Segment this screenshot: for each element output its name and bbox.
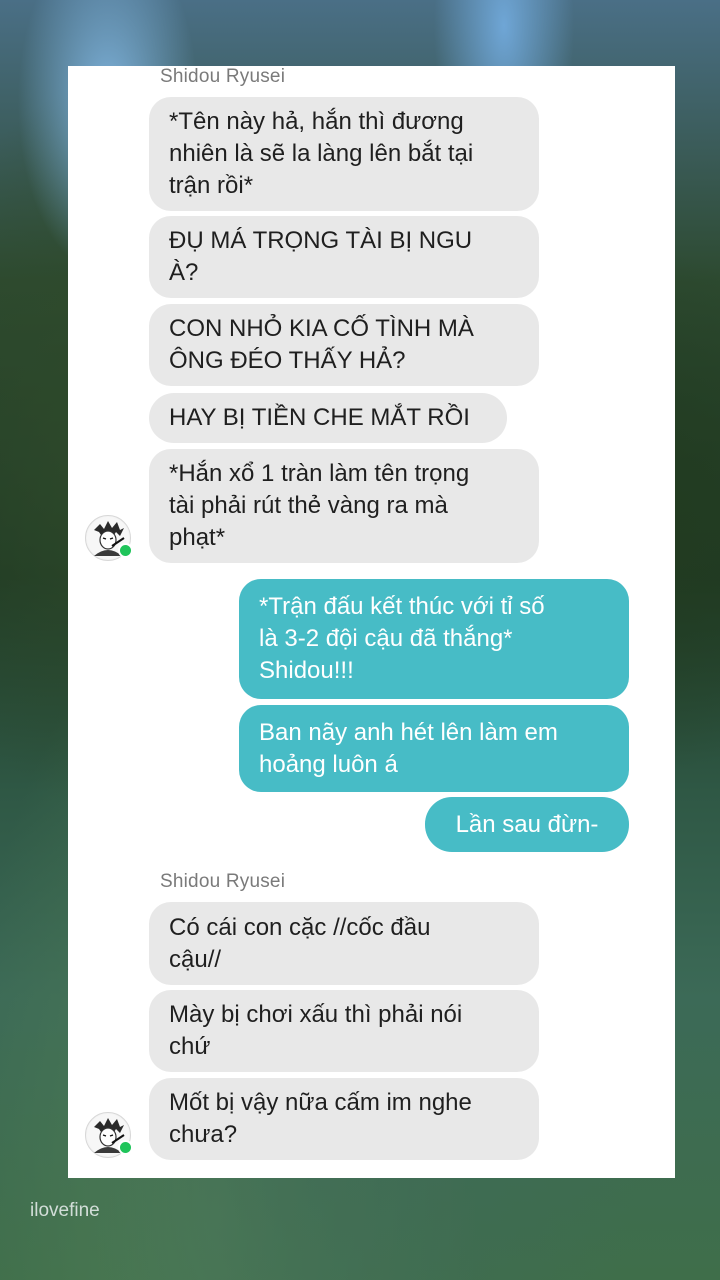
message-bubble-incoming[interactable]: HAY BỊ TIỀN CHE MẮT RỒI bbox=[149, 393, 507, 443]
message-bubble-incoming[interactable]: ĐỤ MÁ TRỌNG TÀI BỊ NGU À? bbox=[149, 216, 539, 298]
sender-avatar[interactable] bbox=[85, 515, 133, 561]
message-bubble-outgoing[interactable]: Ban nãy anh hét lên làm em hoảng luôn á bbox=[239, 705, 629, 792]
message-bubble-incoming[interactable]: Mốt bị vậy nữa cấm im nghe chưa? bbox=[149, 1078, 539, 1160]
sender-name: Shidou Ryusei bbox=[160, 871, 286, 892]
online-status-dot bbox=[118, 543, 133, 558]
message-bubble-incoming[interactable]: Mày bị chơi xấu thì phải nói chứ bbox=[149, 990, 539, 1072]
message-bubble-incoming[interactable]: *Tên này hả, hắn thì đương nhiên là sẽ l… bbox=[149, 97, 539, 211]
sender-name: Shidou Ryusei bbox=[160, 66, 286, 87]
message-bubble-incoming[interactable]: CON NHỎ KIA CỐ TÌNH MÀ ÔNG ĐÉO THẤY HẢ? bbox=[149, 304, 539, 386]
message-bubble-incoming[interactable]: *Hắn xổ 1 tràn làm tên trọng tài phải rú… bbox=[149, 449, 539, 563]
message-bubble-outgoing[interactable]: Lần sau đừn- bbox=[425, 797, 629, 852]
message-bubble-outgoing[interactable]: *Trận đấu kết thúc với tỉ số là 3-2 đội … bbox=[239, 579, 629, 699]
watermark-text: ilovefine bbox=[30, 1200, 100, 1221]
message-bubble-incoming[interactable]: Có cái con cặc //cốc đầu cậu// bbox=[149, 902, 539, 985]
sender-avatar[interactable] bbox=[85, 1112, 133, 1158]
online-status-dot bbox=[118, 1140, 133, 1155]
